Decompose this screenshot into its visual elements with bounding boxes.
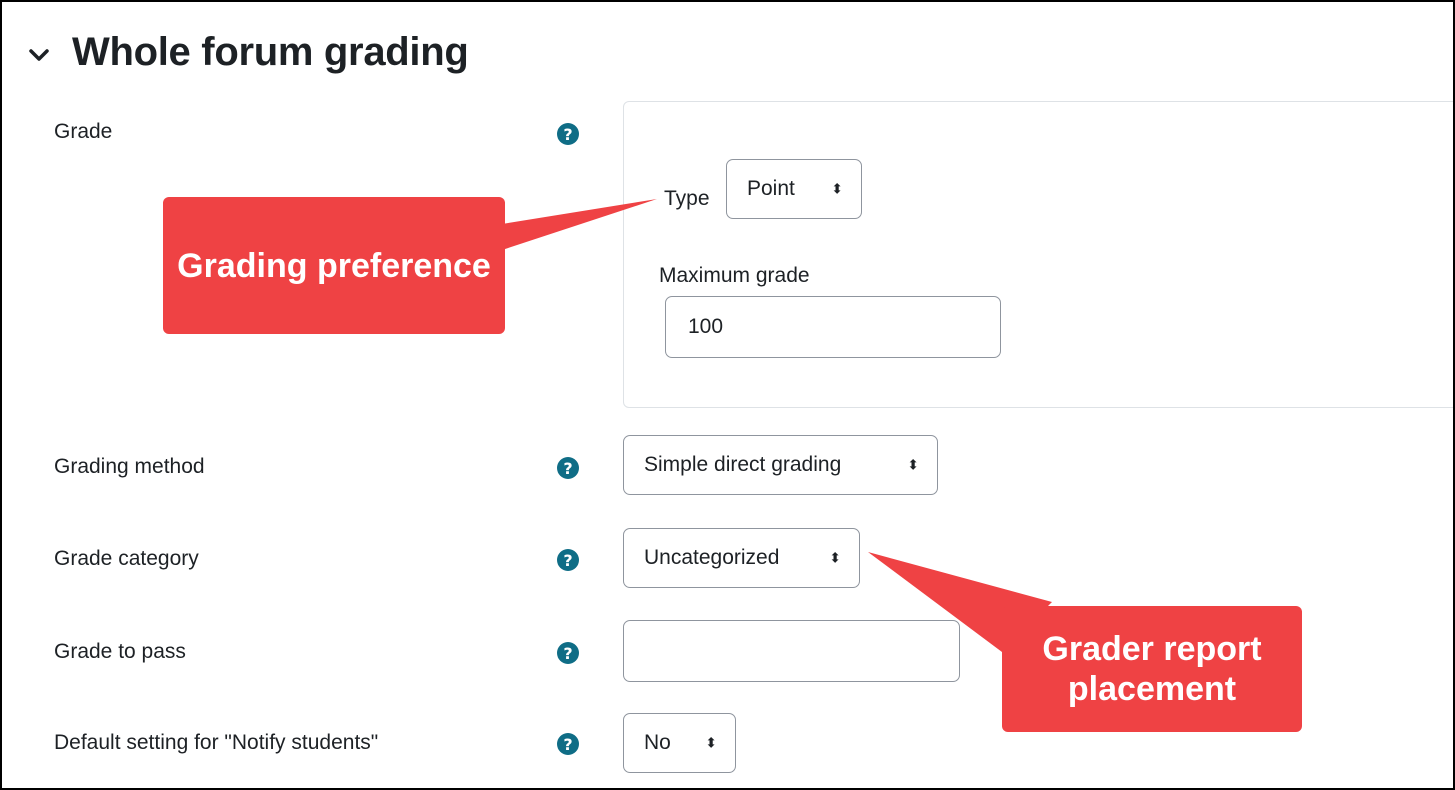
grading-method-select[interactable]: Simple direct grading ⬍ — [623, 435, 938, 495]
grade-category-label: Grade category — [54, 547, 199, 570]
grade-to-pass-label: Grade to pass — [54, 640, 186, 663]
grade-to-pass-help-icon[interactable]: ? — [557, 642, 579, 664]
grade-to-pass-input[interactable] — [623, 620, 960, 682]
select-arrows-icon: ⬍ — [907, 456, 919, 473]
grade-fieldset: Type Point ⬍ Maximum grade 100 — [623, 101, 1453, 408]
grader-report-callout: Grader report placement — [1002, 606, 1302, 732]
select-arrows-icon: ⬍ — [829, 549, 841, 566]
grade-category-help-icon[interactable]: ? — [557, 549, 579, 571]
maximum-grade-value: 100 — [688, 315, 724, 338]
grade-type-label: Type — [664, 187, 710, 210]
grade-help-icon[interactable]: ? — [557, 123, 579, 145]
notify-students-label: Default setting for "Notify students" — [54, 731, 379, 754]
section-title: Whole forum grading — [72, 30, 469, 74]
notify-students-help-icon[interactable]: ? — [557, 733, 579, 755]
maximum-grade-label: Maximum grade — [659, 264, 810, 287]
grade-type-value: Point — [747, 177, 795, 200]
grading-method-label: Grading method — [54, 455, 205, 478]
forum-settings-frame: Whole forum grading Grade ? Type Point ⬍… — [0, 0, 1455, 790]
maximum-grade-input[interactable]: 100 — [665, 296, 1001, 358]
notify-students-value: No — [644, 731, 671, 754]
grade-category-value: Uncategorized — [644, 546, 780, 569]
chevron-down-icon[interactable] — [28, 44, 50, 66]
grading-method-value: Simple direct grading — [644, 453, 842, 476]
grade-category-select[interactable]: Uncategorized ⬍ — [623, 528, 860, 588]
notify-students-select[interactable]: No ⬍ — [623, 713, 736, 773]
grading-preference-callout: Grading preference — [163, 197, 505, 334]
section-header[interactable]: Whole forum grading — [28, 30, 469, 75]
select-arrows-icon: ⬍ — [705, 734, 717, 751]
grading-method-help-icon[interactable]: ? — [557, 457, 579, 479]
select-arrows-icon: ⬍ — [831, 180, 843, 197]
grade-label: Grade — [54, 120, 113, 143]
grade-type-select[interactable]: Point ⬍ — [726, 159, 862, 219]
